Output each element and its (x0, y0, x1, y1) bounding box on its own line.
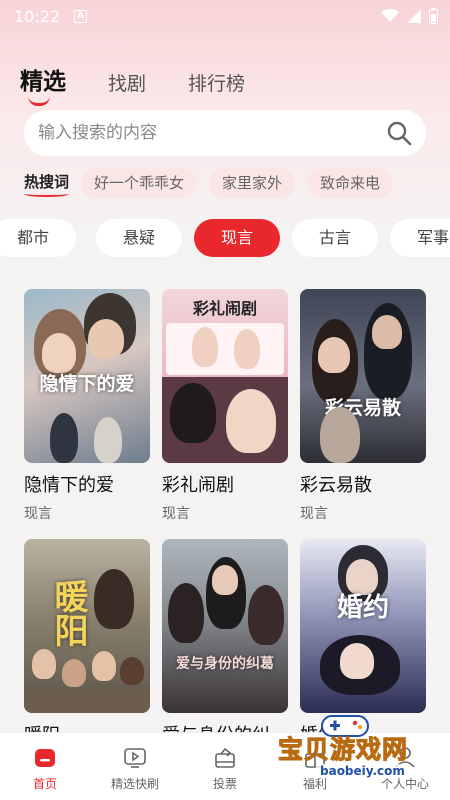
poster-image: 爱与身份的纠葛 (162, 539, 288, 713)
poster-title: 隐情下的爱 (39, 373, 135, 395)
tab-rankings[interactable]: 排行榜 (188, 69, 245, 96)
watermark-url: baobeiy.com (316, 764, 409, 778)
category-chip-modern-romance[interactable]: 现言 (194, 219, 280, 257)
site-watermark: 宝贝游戏网 baobeiy.com (272, 715, 442, 798)
nav-vote-label: 投票 (212, 777, 237, 791)
hot-search-title: 热搜词 (24, 171, 70, 197)
poster-title: 爱与身份的纠葛 (176, 656, 274, 672)
drama-card[interactable]: 隐情下的爱 隐情下的爱 现言 (24, 289, 150, 523)
nav-vote[interactable]: 投票 (180, 733, 270, 800)
drama-genre: 现言 (300, 506, 328, 522)
poster-image: 彩礼闹剧 (162, 289, 288, 463)
status-icons (381, 8, 438, 24)
drama-title: 隐情下的爱 (24, 475, 114, 496)
category-chip-mystery[interactable]: 悬疑 (96, 219, 182, 257)
tab-featured[interactable]: 精选 (20, 62, 66, 106)
drama-card[interactable]: 爱与身份的纠葛 爱与身份的纠 (162, 539, 288, 747)
category-chip-military[interactable]: 军事 (390, 219, 450, 257)
hot-search-chip[interactable]: 好一个乖乖女 (81, 168, 198, 198)
drama-genre: 现言 (24, 506, 52, 522)
nav-quick-browse-label: 精选快刷 (110, 777, 159, 791)
drama-card[interactable]: 彩云易散 彩云易散 现言 (300, 289, 426, 523)
wifi-icon (381, 9, 399, 22)
tab-featured-label: 精选 (20, 69, 66, 95)
search-input[interactable] (38, 123, 386, 143)
status-bar: 10:22 A (0, 0, 450, 32)
active-tab-indicator (28, 96, 50, 106)
tab-find-drama-label: 找剧 (108, 73, 147, 95)
play-icon (124, 748, 146, 768)
drama-card[interactable]: 暖阳 暖阳 (24, 539, 150, 747)
nav-quick-browse[interactable]: 精选快刷 (90, 733, 180, 800)
watermark-text: 宝贝游戏网 (277, 735, 409, 765)
poster-title: 彩礼闹剧 (192, 299, 257, 318)
poster-image: 彩云易散 (300, 289, 426, 463)
poster-title: 婚约 (336, 593, 389, 623)
category-chip-urban[interactable]: 都市 (0, 219, 76, 257)
tab-find-drama[interactable]: 找剧 (108, 69, 146, 96)
vote-icon (215, 747, 235, 768)
nav-home-label: 首页 (32, 777, 57, 791)
poster-title: 彩云易散 (324, 397, 401, 419)
hot-search-row: 热搜词 好一个乖乖女 家里家外 致命来电 (24, 168, 394, 198)
hot-search-chip[interactable]: 致命来电 (307, 168, 394, 198)
drama-card[interactable]: 彩礼闹剧 彩礼闹剧 现言 (162, 289, 288, 523)
notification-icon: A (74, 9, 88, 23)
status-time: 10:22 (14, 6, 61, 26)
search-bar[interactable] (24, 110, 426, 156)
drama-title: 彩礼闹剧 (162, 475, 234, 496)
hot-search-chip[interactable]: 家里家外 (209, 168, 296, 198)
home-icon (35, 749, 55, 767)
battery-icon (429, 8, 438, 24)
top-tabs: 精选 找剧 排行榜 (20, 62, 245, 106)
poster-image: 暖阳 (24, 539, 150, 713)
signal-icon (407, 9, 421, 23)
tab-rankings-label: 排行榜 (188, 73, 246, 95)
poster-image: 婚约 (300, 539, 426, 713)
category-row: 都市 悬疑 现言 古言 军事 (0, 219, 450, 257)
nav-home[interactable]: 首页 (0, 733, 90, 800)
poster-image: 隐情下的爱 (24, 289, 150, 463)
drama-genre: 现言 (162, 506, 190, 522)
drama-title: 彩云易散 (300, 475, 372, 496)
search-icon[interactable] (386, 120, 412, 146)
poster-title: 暖阳 (48, 579, 88, 647)
category-chip-ancient-romance[interactable]: 古言 (292, 219, 378, 257)
